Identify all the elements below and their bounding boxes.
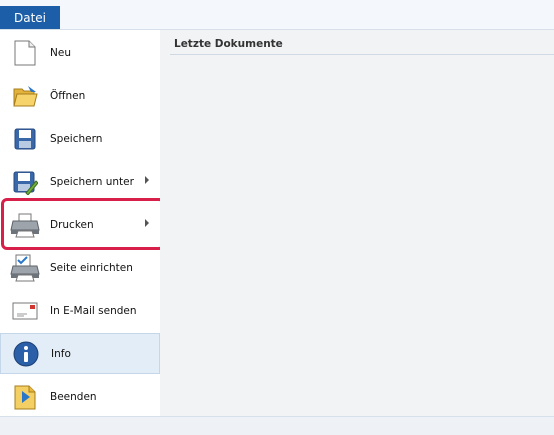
- new-document-icon: [10, 38, 40, 68]
- open-folder-icon: [10, 81, 40, 111]
- menu-item-open[interactable]: Öffnen: [0, 75, 160, 116]
- menu-item-label: Öffnen: [50, 89, 86, 102]
- menu-item-label: Info: [51, 347, 71, 360]
- menu-item-label: In E-Mail senden: [50, 304, 137, 317]
- exit-icon: [10, 382, 40, 412]
- recent-documents-panel: [160, 30, 554, 416]
- page-setup-icon: [10, 253, 40, 283]
- submenu-arrow-icon: [145, 176, 149, 184]
- menu-item-label: Seite einrichten: [50, 261, 133, 274]
- ribbon-bar: Datei: [0, 0, 554, 30]
- menu-item-label: Speichern unter: [50, 175, 134, 188]
- save-icon: [10, 124, 40, 154]
- divider: [170, 54, 554, 55]
- menu-item-email[interactable]: In E-Mail senden: [0, 290, 160, 331]
- menu-item-label: Speichern: [50, 132, 103, 145]
- email-icon: [10, 296, 40, 326]
- menu-item-save-as[interactable]: Speichern unter: [0, 161, 160, 202]
- tab-datei[interactable]: Datei: [0, 6, 60, 29]
- print-highlight-frame: [1, 198, 165, 250]
- info-icon: [11, 339, 41, 369]
- status-bar: [0, 416, 554, 435]
- menu-item-label: Neu: [50, 46, 71, 59]
- menu-item-label: Beenden: [50, 390, 97, 403]
- menu-item-save[interactable]: Speichern: [0, 118, 160, 159]
- menu-item-new[interactable]: Neu: [0, 32, 160, 73]
- save-as-icon: [10, 167, 40, 197]
- recent-documents-title: Letzte Dokumente: [174, 38, 283, 50]
- menu-item-page-setup[interactable]: Seite einrichten: [0, 247, 160, 288]
- menu-item-exit[interactable]: Beenden: [0, 376, 160, 417]
- menu-item-info[interactable]: Info: [0, 333, 160, 374]
